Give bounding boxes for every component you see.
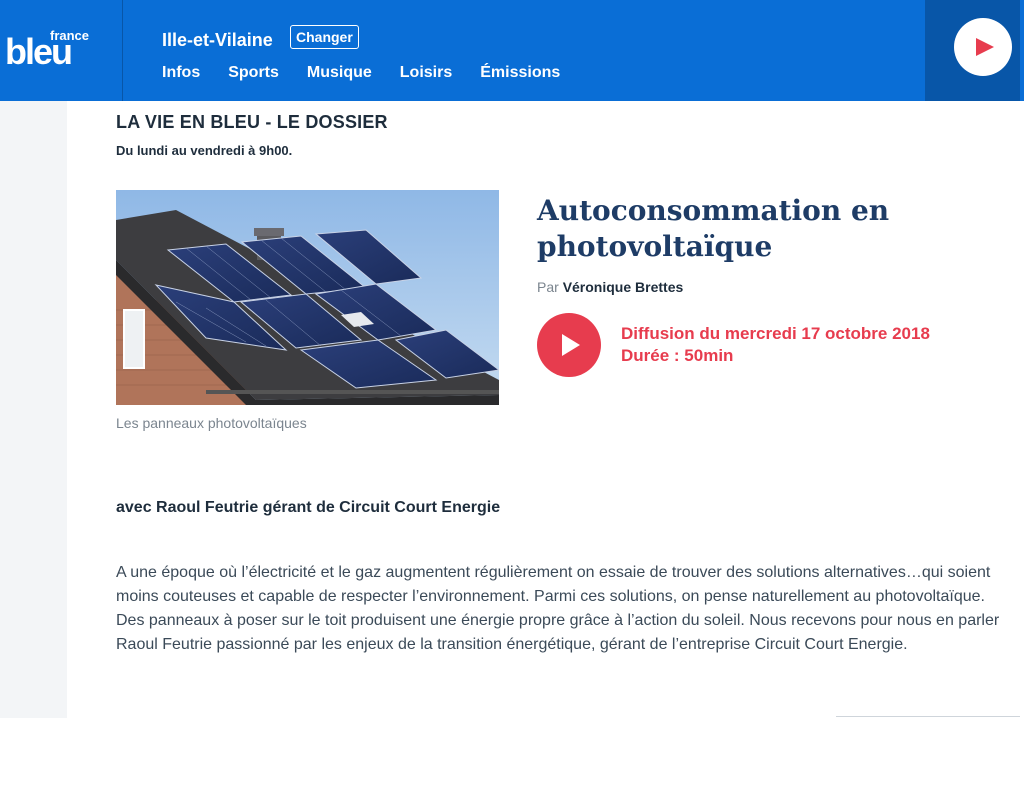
episode-title: Autoconsommation en photovoltaïque (537, 194, 890, 263)
divider (836, 716, 1020, 717)
play-icon (562, 334, 580, 356)
nav-loisirs[interactable]: Loisirs (400, 64, 452, 82)
author-prefix: Par (537, 279, 559, 295)
logo-big-text: bleu (5, 31, 73, 72)
image-caption: Les panneaux photovoltaïques (116, 415, 307, 431)
nav-emissions[interactable]: Émissions (480, 64, 560, 82)
region-name: Ille-et-Vilaine (162, 30, 273, 50)
show-schedule: Du lundi au vendredi à 9h00. (116, 143, 293, 158)
live-play-button[interactable] (954, 18, 1012, 76)
play-icon (976, 38, 994, 56)
author-name[interactable]: Véronique Brettes (563, 279, 684, 295)
nav-musique[interactable]: Musique (307, 64, 372, 82)
article-body: A une époque où l’électricité et le gaz … (116, 564, 1000, 653)
nav-infos[interactable]: Infos (162, 64, 200, 82)
left-gutter (0, 101, 67, 718)
main-nav: Infos Sports Musique Loisirs Émissions (162, 64, 560, 82)
nav-sports[interactable]: Sports (228, 64, 279, 82)
show-title: LA VIE EN BLEU - LE DOSSIER (116, 112, 388, 132)
episode-image (116, 190, 499, 405)
france-bleu-logo[interactable]: france bleu (0, 0, 123, 101)
guest-line: avec Raoul Feutrie gérant de Circuit Cou… (116, 499, 501, 516)
episode-author: Par Véronique Brettes (537, 279, 683, 295)
episode-duration: Durée : 50min (621, 346, 734, 365)
top-header (0, 0, 1024, 101)
broadcast-date: Diffusion du mercredi 17 octobre 2018 (621, 324, 930, 343)
episode-play-button[interactable] (537, 313, 601, 377)
broadcast-info: Diffusion du mercredi 17 octobre 2018 Du… (621, 323, 930, 367)
change-region-button[interactable]: Changer (290, 25, 359, 49)
